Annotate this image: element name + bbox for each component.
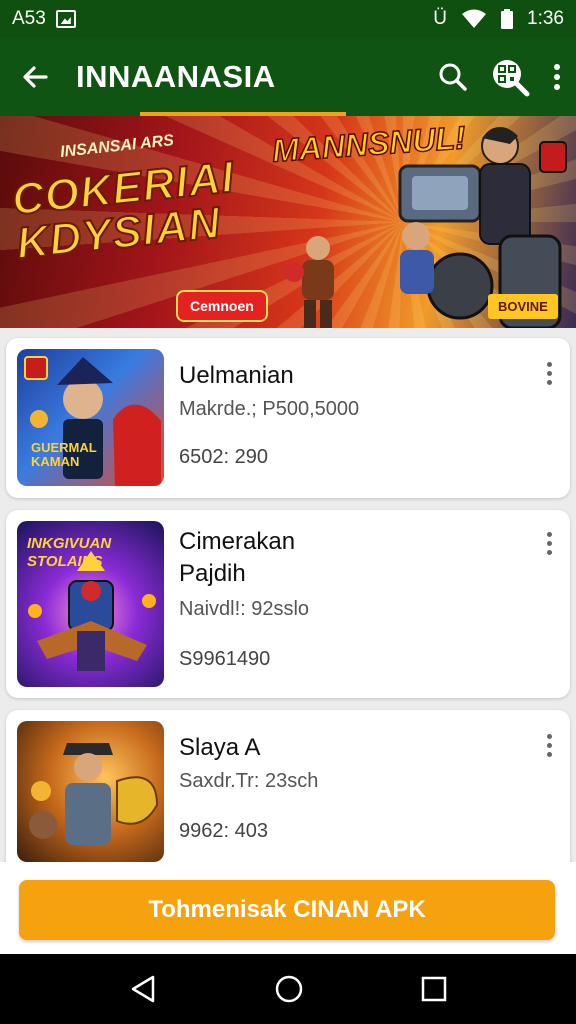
back-arrow-icon[interactable] [20, 62, 50, 92]
app-thumbnail [17, 721, 164, 862]
image-notification-icon [55, 10, 76, 28]
app-list: GUERMAL KAMAN Uelmanian Makrde.; P500,50… [0, 328, 576, 862]
install-apk-button[interactable]: Tohmenisak CINAN APK [19, 880, 555, 940]
list-item[interactable]: Slaya A Saxdr.Tr: 23sch 9962: 403 [6, 710, 570, 862]
app-bar: INNAANASIA [0, 38, 576, 116]
qr-scan-search-icon[interactable] [490, 57, 530, 97]
app-downloads: 9962: 403 [179, 820, 268, 842]
app-downloads: S9961490 [179, 648, 271, 670]
more-vert-icon[interactable] [552, 63, 562, 91]
signal-glyph: Ü [433, 8, 448, 29]
promo-banner[interactable]: INSANSAI ARS COKERIAI KDYSIAN MANNSNUL! … [0, 116, 576, 328]
nav-home-icon[interactable] [274, 974, 304, 1004]
search-icon[interactable] [438, 62, 468, 92]
nav-back-icon[interactable] [129, 974, 157, 1004]
system-nav-bar [0, 954, 576, 1024]
list-item[interactable]: GUERMAL KAMAN Uelmanian Makrde.; P500,50… [6, 338, 570, 498]
more-vert-icon[interactable] [542, 362, 556, 385]
app-name: Slaya A [179, 734, 261, 761]
app-thumbnail: GUERMAL KAMAN [17, 349, 164, 486]
thumbnail-art-text: GUERMAL KAMAN [31, 440, 97, 469]
app-thumbnail: INKGIVUAN STOLAINS [17, 521, 164, 687]
wifi-icon [462, 9, 487, 28]
status-left-text: A53 [12, 8, 46, 29]
list-item[interactable]: INKGIVUAN STOLAINS Cimerakan Pajdih Naiv… [6, 510, 570, 698]
more-vert-icon[interactable] [542, 734, 556, 757]
nav-recents-icon[interactable] [421, 976, 447, 1002]
clock: 1:36 [527, 8, 564, 29]
app-downloads: 6502: 290 [179, 446, 268, 468]
thumbnail-art-text: INKGIVUAN STOLAINS [27, 535, 112, 570]
app-description: Saxdr.Tr: 23sch [179, 770, 319, 792]
app-description: Naivdl!: 92sslo [179, 598, 310, 620]
game-art-illustration [29, 743, 159, 845]
battery-icon [501, 9, 514, 29]
banner-badge[interactable]: BOVINE [488, 294, 558, 319]
app-description: Makrde.; P500,5000 [179, 398, 360, 420]
page-title: INNAANASIA [76, 59, 276, 94]
status-bar: A53 Ü 1:36 [0, 0, 576, 38]
app-name: Cimerakan Pajdih [179, 528, 296, 587]
more-vert-icon[interactable] [542, 532, 556, 555]
warrior-illustration [284, 236, 334, 328]
banner-cta-button[interactable]: Cemnoen [176, 290, 268, 322]
app-name: Uelmanian [179, 362, 294, 389]
